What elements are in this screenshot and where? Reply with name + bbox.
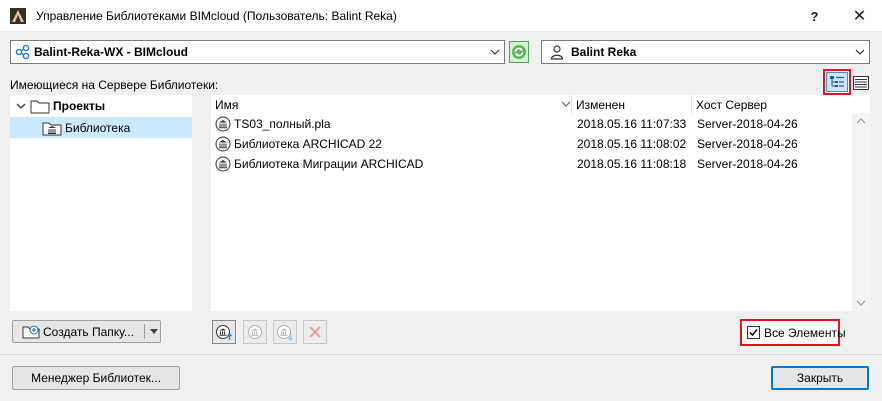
vertical-scrollbar[interactable] [852,113,870,311]
table-row[interactable]: Библиотека Миграции ARCHICAD 2018.05.16 … [211,154,851,174]
row-changed: 2018.05.16 11:07:33 [577,117,687,131]
user-select-value: Balint Reka [571,45,637,59]
table-row[interactable]: TS03_полный.pla 2018.05.16 11:07:33 Serv… [211,114,851,134]
tree-item-library[interactable]: Библиотека [10,117,192,138]
divider [0,354,882,355]
sync-library-icon [248,325,262,339]
refresh-button[interactable] [509,41,529,63]
row-changed: 2018.05.16 11:08:02 [577,137,687,151]
sort-arrow-icon [561,101,571,107]
split-divider [144,324,145,339]
window-close-button[interactable]: ✕ [837,0,882,32]
title-bar: Управление Библиотеками BIMcloud (Пользо… [0,0,882,32]
row-host: Server-2018-04-26 [697,137,798,151]
refresh-icon [512,45,526,59]
available-libraries-label: Имеющиеся на Сервере Библиотеки: [10,78,219,92]
server-select-value: Balint-Reka-WX - BIMcloud [34,45,189,59]
library-tree[interactable]: Проекты Библиотека [10,95,192,311]
close-button[interactable]: Закрыть [771,366,869,390]
row-name: TS03_полный.pla [234,117,331,131]
column-headers: Имя Изменен Хост Сервер [211,95,851,115]
tree-item-projects[interactable]: Проекты [10,96,192,116]
user-select[interactable]: Balint Reka [541,40,870,64]
chevron-down-icon[interactable] [16,101,26,111]
delete-button[interactable] [303,320,327,344]
import-library-icon [216,325,232,340]
row-host: Server-2018-04-26 [697,157,798,171]
delete-icon [309,326,321,338]
row-host: Server-2018-04-26 [697,117,798,131]
row-changed: 2018.05.16 11:08:18 [577,157,687,171]
library-icon [42,122,62,136]
export-library-icon [277,325,293,341]
all-items-label: Все Элементы [764,326,846,340]
library-list[interactable]: Имя Изменен Хост Сервер TS03_полный.pla … [211,95,870,311]
list-view-button[interactable] [852,74,870,92]
bimcloud-server-icon [15,44,30,60]
list-view-icon [853,76,869,90]
new-folder-icon [22,325,40,339]
checkmark-icon [749,329,758,337]
column-header-host[interactable]: Хост Сервер [692,95,851,115]
chevron-down-icon[interactable] [149,328,159,336]
library-manager-button[interactable]: Менеджер Библиотек... [12,366,180,390]
all-items-checkbox[interactable]: Все Элементы [740,319,846,346]
create-folder-label: Создать Папку... [43,325,134,339]
folder-icon [30,100,50,114]
export-library-button[interactable] [273,320,297,344]
table-row[interactable]: Библиотека ARCHICAD 22 2018.05.16 11:08:… [211,134,851,154]
chevron-down-icon [855,49,865,55]
row-name: Библиотека ARCHICAD 22 [234,137,382,151]
tree-view-icon [830,76,844,87]
create-folder-button[interactable]: Создать Папку... [12,320,161,343]
tree-view-button[interactable] [823,69,851,95]
sync-library-button[interactable] [243,320,267,344]
import-library-button[interactable] [212,320,236,344]
user-icon [550,45,564,60]
library-icon [215,156,231,172]
app-icon [10,8,26,24]
library-icon [215,116,231,132]
chevron-down-icon [490,49,500,55]
row-name: Библиотека Миграции ARCHICAD [234,157,424,171]
server-select[interactable]: Balint-Reka-WX - BIMcloud [10,40,505,64]
column-header-changed[interactable]: Изменен [572,95,692,115]
column-header-name[interactable]: Имя [211,95,572,115]
window-title: Управление Библиотеками BIMcloud (Пользо… [36,9,397,23]
scroll-down-icon[interactable] [856,299,866,307]
checkbox-box[interactable] [747,326,760,339]
tree-item-label: Проекты [53,99,106,113]
help-button[interactable]: ? [792,0,837,32]
tree-item-label: Библиотека [65,121,131,135]
scroll-up-icon[interactable] [856,117,866,125]
library-icon [215,136,231,152]
